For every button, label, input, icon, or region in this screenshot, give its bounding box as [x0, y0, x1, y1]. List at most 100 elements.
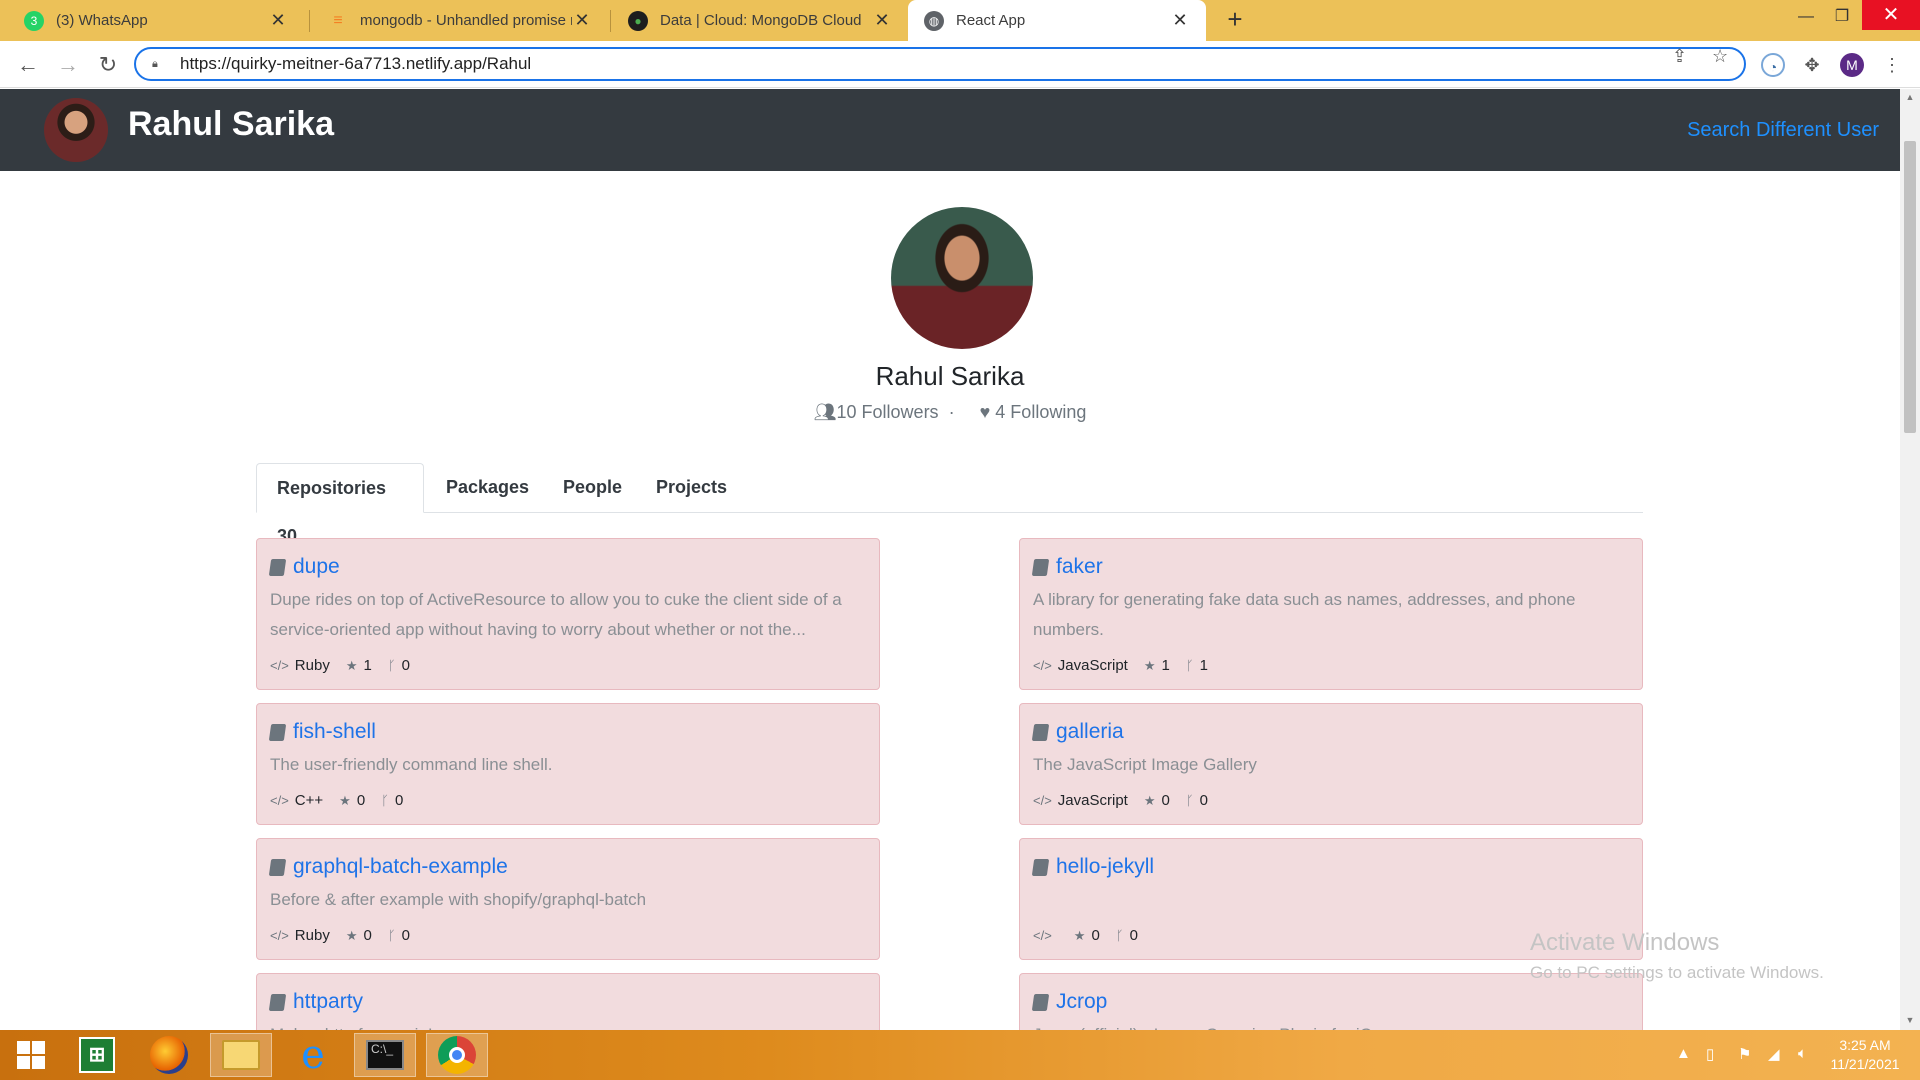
- scrollbar-thumb[interactable]: [1904, 141, 1916, 433]
- separator-dot: ·: [943, 402, 975, 422]
- url-text[interactable]: https://quirky-meitner-6a7713.netlify.ap…: [180, 54, 531, 74]
- repo-card-httparty[interactable]: httparty Makes http fun again!: [256, 973, 880, 1030]
- close-window-button[interactable]: ✕: [1862, 0, 1920, 30]
- repo-card-galleria[interactable]: galleria The JavaScript Image Gallery </…: [1019, 703, 1643, 825]
- repo-forks: 0: [1129, 927, 1138, 944]
- following-count[interactable]: 4 Following: [995, 402, 1086, 423]
- repo-card-fish-shell[interactable]: fish-shell The user-friendly command lin…: [256, 703, 880, 825]
- repo-name[interactable]: graphql-batch-example: [293, 855, 508, 879]
- repo-language: C++: [294, 792, 324, 809]
- restore-button[interactable]: ❐: [1822, 0, 1862, 41]
- tab-stackoverflow[interactable]: ≡ mongodb - Unhandled promise r ✕: [312, 0, 608, 41]
- tab-title: (3) WhatsApp: [56, 12, 148, 29]
- navbar-avatar: [44, 98, 108, 162]
- cmd-icon: C:\_: [366, 1040, 404, 1070]
- clock-time: 3:25 AM: [1839, 1037, 1891, 1053]
- repo-title[interactable]: dupe: [268, 555, 340, 579]
- tab-packages[interactable]: Packages: [426, 463, 549, 513]
- tray-flag-icon[interactable]: ⚑: [1738, 1045, 1751, 1063]
- repo-card-graphql-batch-example[interactable]: graphql-batch-example Before & after exa…: [256, 838, 880, 960]
- repo-name[interactable]: fish-shell: [293, 720, 376, 744]
- close-tab-icon[interactable]: ✕: [1170, 10, 1190, 31]
- repo-name[interactable]: galleria: [1056, 720, 1124, 744]
- close-tab-icon[interactable]: ✕: [872, 10, 892, 31]
- tab-title: mongodb - Unhandled promise r: [360, 12, 572, 29]
- minimize-button[interactable]: —: [1786, 0, 1826, 41]
- tab-separator: [309, 10, 310, 32]
- tray-volume-icon[interactable]: 🔈︎: [1798, 1045, 1807, 1062]
- repo-name[interactable]: hello-jekyll: [1056, 855, 1154, 879]
- close-tab-icon[interactable]: ✕: [268, 10, 288, 31]
- repo-description: Dupe rides on top of ActiveResource to a…: [270, 590, 842, 639]
- clock-date: 11/21/2021: [1830, 1056, 1900, 1072]
- tab-projects[interactable]: Projects: [636, 463, 747, 513]
- taskbar-chrome[interactable]: [426, 1033, 488, 1077]
- repo-name[interactable]: Jcrop: [1056, 990, 1107, 1014]
- scroll-up-arrow-icon[interactable]: ▲: [1904, 92, 1916, 102]
- star-icon: ★: [1143, 657, 1156, 673]
- tray-overflow-chevron-icon[interactable]: ▲: [1676, 1045, 1691, 1062]
- taskbar-command-prompt[interactable]: C:\_: [354, 1033, 416, 1077]
- back-button[interactable]: ←: [14, 51, 42, 79]
- repo-title[interactable]: galleria: [1031, 720, 1124, 744]
- repo-name[interactable]: dupe: [293, 555, 340, 579]
- tab-mongodb[interactable]: ● Data | Cloud: MongoDB Cloud ✕: [612, 0, 908, 41]
- globe-icon: ◍: [924, 10, 944, 31]
- taskbar-file-explorer[interactable]: [210, 1033, 272, 1077]
- profile-tabs: Repositories 30 Packages People Projects: [256, 463, 1643, 546]
- tab-repositories[interactable]: Repositories 30: [256, 463, 424, 546]
- bookmark-star-icon[interactable]: ☆: [1712, 46, 1728, 67]
- fork-icon: ᚴ: [1185, 658, 1194, 673]
- tray-network-icon[interactable]: ◢: [1768, 1045, 1780, 1063]
- windows-logo-icon: [17, 1041, 45, 1069]
- extension-icon[interactable]: ◔: [1761, 53, 1785, 77]
- start-button[interactable]: [0, 1033, 62, 1077]
- repo-title[interactable]: httparty: [268, 990, 363, 1014]
- followers-count[interactable]: 10 Followers: [837, 402, 939, 423]
- profile-avatar: [891, 207, 1033, 349]
- scroll-down-arrow-icon[interactable]: ▼: [1904, 1015, 1916, 1025]
- repo-name[interactable]: faker: [1056, 555, 1103, 579]
- repo-name[interactable]: httparty: [293, 990, 363, 1014]
- close-tab-icon[interactable]: ✕: [572, 10, 592, 31]
- mongodb-leaf-icon: ●: [628, 10, 648, 31]
- taskbar-firefox[interactable]: [138, 1033, 200, 1077]
- new-tab-button[interactable]: +: [1221, 6, 1249, 34]
- tab-react-app[interactable]: ◍ React App ✕: [908, 0, 1206, 41]
- share-icon[interactable]: ⇪: [1672, 46, 1687, 67]
- search-different-user-link[interactable]: Search Different User: [1687, 119, 1879, 142]
- reload-button[interactable]: ↻: [94, 51, 122, 79]
- repo-description: Before & after example with shopify/grap…: [270, 890, 647, 909]
- tray-device-icon[interactable]: ▯: [1706, 1045, 1714, 1063]
- profile-avatar-button[interactable]: M: [1840, 53, 1864, 77]
- tab-whatsapp[interactable]: 3 (3) WhatsApp ✕: [8, 0, 304, 41]
- repo-title[interactable]: fish-shell: [268, 720, 376, 744]
- address-bar[interactable]: 🔒︎ https://quirky-meitner-6a7713.netlify…: [134, 47, 1746, 81]
- repo-book-icon: [268, 993, 287, 1011]
- repo-book-icon: [268, 723, 287, 741]
- taskbar-internet-explorer[interactable]: e: [282, 1033, 344, 1077]
- taskbar-excel[interactable]: ⊞: [66, 1033, 128, 1077]
- repo-card-faker[interactable]: faker A library for generating fake data…: [1019, 538, 1643, 690]
- tab-people[interactable]: People: [543, 463, 642, 513]
- forward-button[interactable]: →: [54, 51, 82, 79]
- windows-taskbar: ⊞ e C:\_ ▲ ▯ ⚑ ◢ 🔈︎ 3:25 AM 11/21/2021: [0, 1030, 1920, 1080]
- repo-title[interactable]: Jcrop: [1031, 990, 1107, 1014]
- repo-description: A library for generating fake data such …: [1033, 590, 1576, 639]
- tab-separator: [610, 10, 611, 32]
- taskbar-clock[interactable]: 3:25 AM 11/21/2021: [1820, 1036, 1910, 1074]
- activate-windows-title: Activate Windows: [1530, 929, 1720, 956]
- browser-toolbar: ← → ↻ 🔒︎ https://quirky-meitner-6a7713.n…: [0, 41, 1920, 88]
- page-scrollbar[interactable]: ▲ ▼: [1900, 89, 1920, 1030]
- puzzle-extensions-icon[interactable]: ✥: [1800, 53, 1824, 77]
- repo-card-dupe[interactable]: dupe Dupe rides on top of ActiveResource…: [256, 538, 880, 690]
- code-icon: </>: [270, 793, 289, 808]
- repo-title[interactable]: hello-jekyll: [1031, 855, 1154, 879]
- repo-title[interactable]: faker: [1031, 555, 1103, 579]
- repo-description: The JavaScript Image Gallery: [1033, 755, 1257, 774]
- repo-title[interactable]: graphql-batch-example: [268, 855, 508, 879]
- menu-kebab-icon[interactable]: ⋮: [1880, 53, 1904, 77]
- star-icon: ★: [1073, 927, 1086, 943]
- whatsapp-icon: 3: [24, 10, 44, 31]
- code-icon: </>: [1033, 658, 1052, 673]
